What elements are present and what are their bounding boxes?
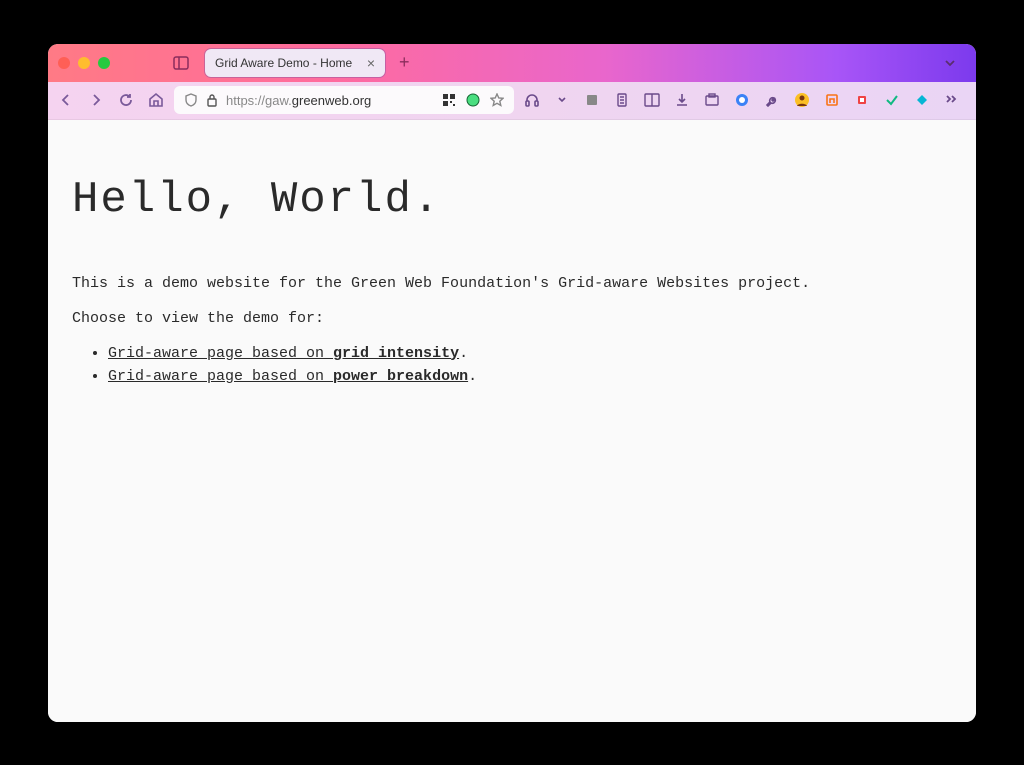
reader-icon[interactable]	[644, 92, 660, 108]
page-intro: This is a demo website for the Green Web…	[72, 275, 952, 292]
url-bar[interactable]: https://gaw.greenweb.org	[174, 86, 514, 114]
headphones-icon[interactable]	[524, 92, 540, 108]
document-icon[interactable]	[614, 92, 630, 108]
tab-list-chevron-icon[interactable]	[944, 59, 956, 67]
screenshot-icon[interactable]	[704, 92, 720, 108]
shield-icon[interactable]	[184, 93, 198, 107]
globe-icon[interactable]	[466, 93, 480, 107]
grid-intensity-link[interactable]: Grid-aware page based on grid intensity	[108, 345, 459, 362]
power-breakdown-link[interactable]: Grid-aware page based on power breakdown	[108, 368, 468, 385]
extension-icon-2[interactable]	[824, 92, 840, 108]
tab-bar: Grid Aware Demo - Home × +	[48, 44, 976, 82]
window-minimize-button[interactable]	[78, 57, 90, 69]
nav-controls	[58, 92, 164, 108]
extension-icon-4[interactable]	[884, 92, 900, 108]
extension-icon-3[interactable]	[854, 92, 870, 108]
browser-tab[interactable]: Grid Aware Demo - Home ×	[205, 49, 385, 77]
wrench-icon[interactable]	[764, 92, 780, 108]
qr-icon[interactable]	[442, 93, 456, 107]
panel-dark-icon[interactable]	[584, 92, 600, 108]
window-maximize-button[interactable]	[98, 57, 110, 69]
menu-icon[interactable]	[974, 92, 976, 108]
new-tab-button[interactable]: +	[399, 52, 410, 73]
browser-window: Grid Aware Demo - Home × +	[48, 44, 976, 722]
list-item: Grid-aware page based on grid intensity.	[108, 345, 952, 362]
sidebar-toggle-icon[interactable]	[173, 56, 189, 70]
forward-button[interactable]	[88, 92, 104, 108]
window-controls	[58, 57, 110, 69]
back-button[interactable]	[58, 92, 74, 108]
reload-button[interactable]	[118, 92, 134, 108]
avatar-icon[interactable]	[794, 92, 810, 108]
page-prompt: Choose to view the demo for:	[72, 310, 952, 327]
page-content: Hello, World. This is a demo website for…	[48, 120, 976, 722]
url-text: https://gaw.greenweb.org	[226, 93, 371, 108]
overflow-icon[interactable]	[944, 92, 960, 108]
chevron-down-icon[interactable]	[554, 92, 570, 108]
demo-links-list: Grid-aware page based on grid intensity.…	[72, 345, 952, 385]
page-heading: Hello, World.	[72, 175, 952, 225]
tab-close-button[interactable]: ×	[367, 55, 375, 71]
window-close-button[interactable]	[58, 57, 70, 69]
bookmark-star-icon[interactable]	[490, 93, 504, 107]
toolbar-extensions	[524, 92, 976, 108]
tab-title: Grid Aware Demo - Home	[215, 56, 359, 70]
extension-icon-1[interactable]	[734, 92, 750, 108]
list-item: Grid-aware page based on power breakdown…	[108, 368, 952, 385]
extension-icon-5[interactable]	[914, 92, 930, 108]
toolbar: https://gaw.greenweb.org	[48, 82, 976, 120]
home-button[interactable]	[148, 92, 164, 108]
download-icon[interactable]	[674, 92, 690, 108]
lock-icon[interactable]	[206, 93, 218, 107]
